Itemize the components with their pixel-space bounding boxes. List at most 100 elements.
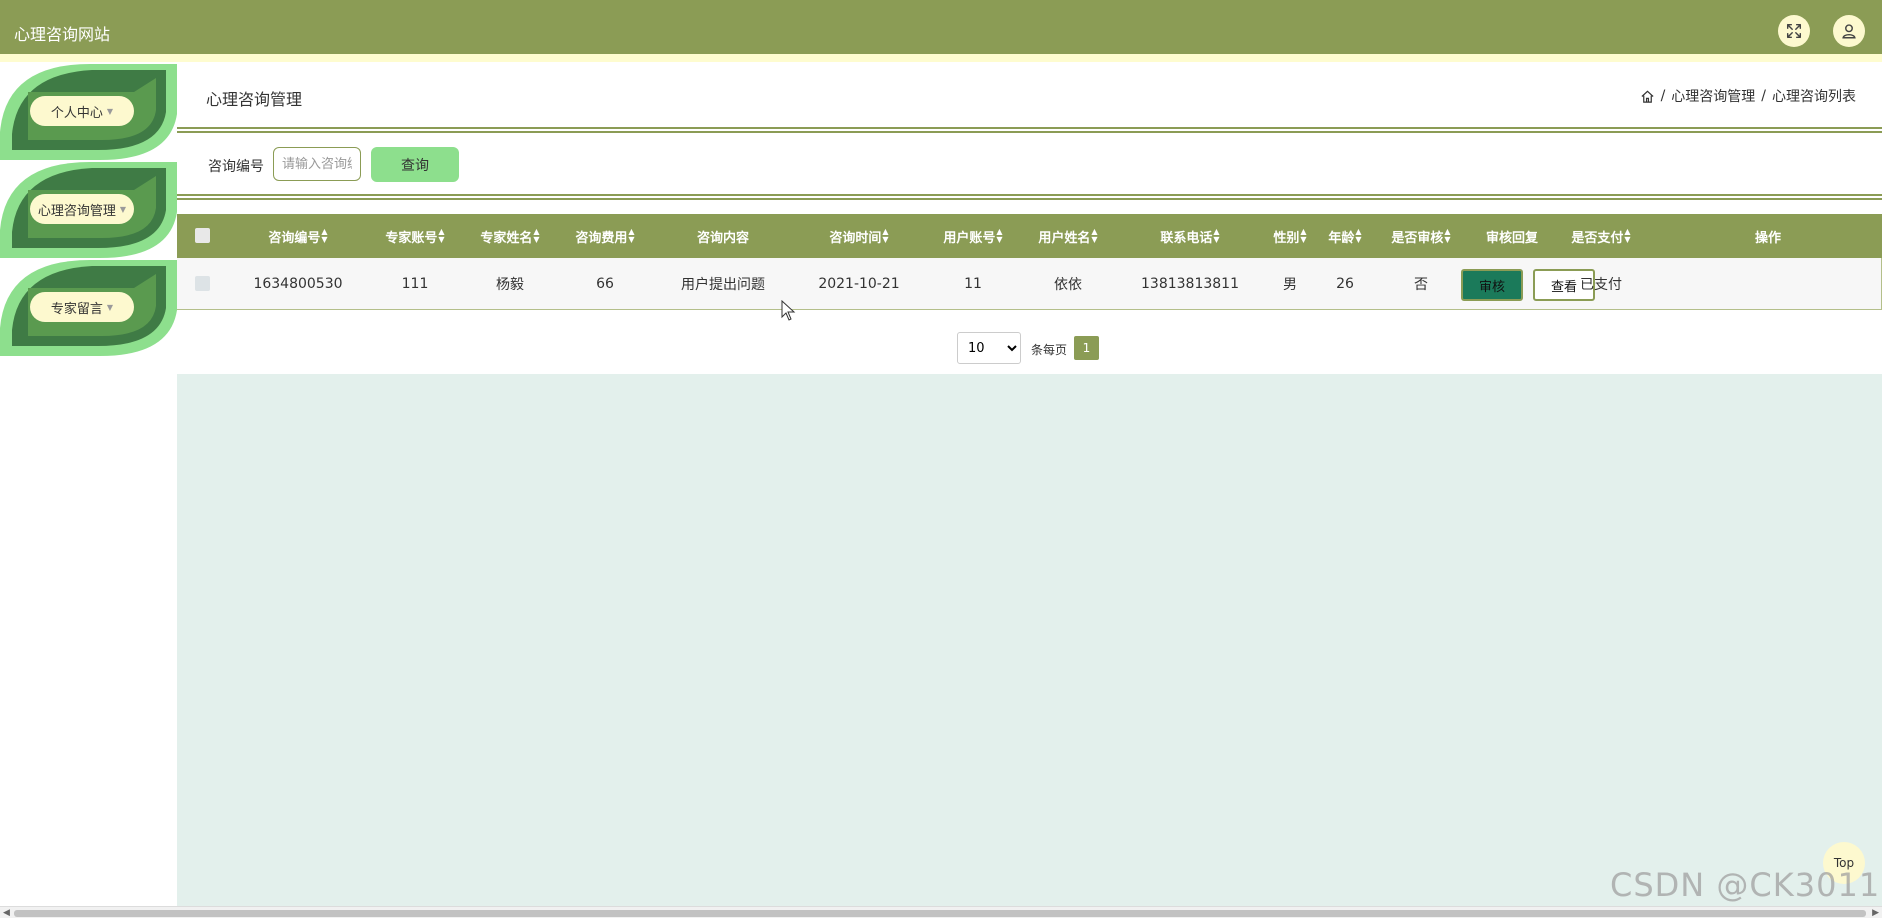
scroll-left-arrow-icon[interactable]: ◀ <box>3 908 10 918</box>
column-header[interactable]: 用户账号 ▲ ▼ <box>943 214 1002 258</box>
scroll-right-arrow-icon[interactable]: ▶ <box>1872 908 1879 918</box>
mouse-cursor-icon <box>781 300 796 321</box>
table-cell: 男 <box>1283 276 1297 293</box>
page-number-current[interactable]: 1 <box>1074 336 1099 360</box>
user-menu-button[interactable] <box>1833 15 1865 47</box>
column-header-label: 用户账号 <box>943 230 996 246</box>
sort-icon[interactable]: ▲ ▼ <box>321 228 327 244</box>
column-header-label: 年龄 <box>1328 230 1355 246</box>
column-header[interactable]: 咨询编号 ▲ ▼ <box>268 214 327 258</box>
column-header[interactable]: 是否支付 ▲ ▼ <box>1571 214 1630 258</box>
column-header: 咨询内容 <box>697 214 749 258</box>
table-cell: 否 <box>1414 276 1428 293</box>
divider <box>177 127 1882 133</box>
column-header-label: 审核回复 <box>1485 230 1539 246</box>
top-bar: 心理咨询网站 <box>0 0 1882 54</box>
sidebar-item-personal-center[interactable]: 个人中心 ▼ <box>0 62 177 160</box>
column-header-label: 咨询内容 <box>696 230 750 246</box>
select-all-checkbox[interactable] <box>195 228 210 243</box>
table-cell: 66 <box>596 275 614 292</box>
column-header-label: 专家账号 <box>385 230 438 246</box>
breadcrumb: / 心理咨询管理 / 心理咨询列表 <box>1640 86 1856 106</box>
sidebar-item-expert-messages[interactable]: 专家留言 ▼ <box>0 258 177 356</box>
sort-icon[interactable]: ▲ ▼ <box>1213 228 1219 244</box>
breadcrumb-item: 心理咨询列表 <box>1772 89 1856 105</box>
sidebar: 个人中心 ▼ 心理咨询管理 ▼ 专家留言 ▼ <box>0 62 177 906</box>
search-button[interactable]: 查询 <box>371 147 459 182</box>
sort-icon[interactable]: ▲ ▼ <box>533 228 539 244</box>
table-cell: 2021-10-21 <box>818 275 900 292</box>
list-panel: 心理咨询管理 / 心理咨询管理 / 心理咨询列表 咨询编号 查询 咨询编号▲▼专… <box>177 62 1882 374</box>
column-header[interactable]: 性别 ▲ ▼ <box>1273 214 1306 258</box>
column-header-label: 咨询时间 <box>829 230 882 246</box>
sort-icon[interactable]: ▲ ▼ <box>438 228 444 244</box>
sidebar-item-pill: 心理咨询管理 ▼ <box>30 194 134 224</box>
column-header-label: 性别 <box>1273 230 1300 246</box>
table-cell: 111 <box>401 275 429 292</box>
column-header[interactable]: 用户姓名 ▲ ▼ <box>1038 214 1097 258</box>
column-header[interactable]: 咨询时间 ▲ ▼ <box>829 214 888 258</box>
column-header-label: 专家姓名 <box>480 230 533 246</box>
column-header[interactable]: 年龄 ▲ ▼ <box>1328 214 1361 258</box>
user-icon <box>1842 24 1856 39</box>
table-cell: 11 <box>964 275 982 292</box>
table-cell: 26 <box>1336 275 1354 292</box>
table-cell: 用户提出问题 <box>681 276 765 293</box>
column-header[interactable]: 联系电话 ▲ ▼ <box>1160 214 1219 258</box>
column-header-label: 是否支付 <box>1571 230 1624 246</box>
breadcrumb-item[interactable]: 心理咨询管理 <box>1671 86 1755 106</box>
sort-icon[interactable]: ▲ ▼ <box>1624 228 1630 244</box>
table-row: 审核 查看 1634800530 111 杨毅 66 用户提出问题 2021-10-21 1… <box>177 258 1882 310</box>
sidebar-item-consultation-management[interactable]: 心理咨询管理 ▼ <box>0 160 177 258</box>
sort-icon[interactable]: ▲ ▼ <box>1300 228 1306 244</box>
caret-down-icon: ▼ <box>106 106 114 116</box>
table-header: 咨询编号 ▲ ▼ 专家账号 ▲ ▼ 专家姓名 ▲ ▼ 咨询费用 ▲ ▼ 咨询内容 咨询时间 ▲ ▼ 用户账号 ▲ ▼… <box>177 214 1882 258</box>
column-header-label: 咨询编号 <box>268 230 321 246</box>
column-header-label: 咨询费用 <box>575 230 628 246</box>
expand-arrows-icon <box>1786 23 1802 39</box>
page-title: 心理咨询管理 <box>206 90 303 109</box>
column-header[interactable]: 咨询费用 ▲ ▼ <box>575 214 634 258</box>
table-cell: 1634800530 <box>253 275 343 292</box>
sort-icon[interactable]: ▲ ▼ <box>1091 228 1097 244</box>
sort-icon[interactable]: ▲ ▼ <box>1444 228 1450 244</box>
table-cell: 杨毅 <box>496 276 524 293</box>
audit-button[interactable]: 审核 <box>1461 269 1523 301</box>
sidebar-item-pill: 个人中心 ▼ <box>30 96 134 126</box>
table-cell: 13813813811 <box>1141 275 1239 292</box>
sidebar-item-pill: 专家留言 ▼ <box>30 292 134 322</box>
sidebar-item-label: 心理咨询管理 <box>37 203 116 219</box>
main-content: 心理咨询管理 / 心理咨询管理 / 心理咨询列表 咨询编号 查询 咨询编号▲▼专… <box>177 62 1882 906</box>
header-accent-strip <box>0 54 1882 62</box>
column-header[interactable]: 专家账号 ▲ ▼ <box>385 214 444 258</box>
sort-icon[interactable]: ▲ ▼ <box>628 228 634 244</box>
fullscreen-button[interactable] <box>1778 15 1810 47</box>
table-cell: 已支付 <box>1580 276 1622 293</box>
caret-down-icon: ▼ <box>106 302 114 312</box>
watermark: CSDN @CK3011 <box>1610 866 1881 904</box>
column-header-label: 是否审核 <box>1391 230 1444 246</box>
scrollbar-thumb[interactable] <box>14 910 1866 917</box>
page-size-select[interactable]: 10 <box>957 332 1021 364</box>
sort-icon[interactable]: ▲ ▼ <box>1355 228 1361 244</box>
sort-icon[interactable]: ▲ ▼ <box>996 228 1002 244</box>
app-title: 心理咨询网站 <box>14 25 111 44</box>
column-header-label: 用户姓名 <box>1038 230 1091 246</box>
sort-icon[interactable]: ▲ ▼ <box>882 228 888 244</box>
divider <box>177 194 1882 200</box>
table-cell: 依依 <box>1054 276 1082 293</box>
search-input[interactable] <box>273 147 361 181</box>
per-page-label: 条每页 <box>1031 343 1068 357</box>
caret-down-icon: ▼ <box>119 204 127 214</box>
column-header-label: 联系电话 <box>1160 230 1213 246</box>
column-header[interactable]: 专家姓名 ▲ ▼ <box>480 214 539 258</box>
row-checkbox[interactable] <box>195 276 210 291</box>
home-icon[interactable] <box>1640 89 1655 104</box>
column-header: 审核回复 <box>1486 214 1538 258</box>
sidebar-item-label: 专家留言 <box>50 301 103 317</box>
sidebar-item-label: 个人中心 <box>50 105 103 121</box>
breadcrumb-separator: / <box>1761 88 1766 104</box>
horizontal-scrollbar[interactable]: ◀ ▶ <box>0 906 1882 918</box>
column-header[interactable]: 是否审核 ▲ ▼ <box>1391 214 1450 258</box>
search-label: 咨询编号 <box>208 159 264 175</box>
